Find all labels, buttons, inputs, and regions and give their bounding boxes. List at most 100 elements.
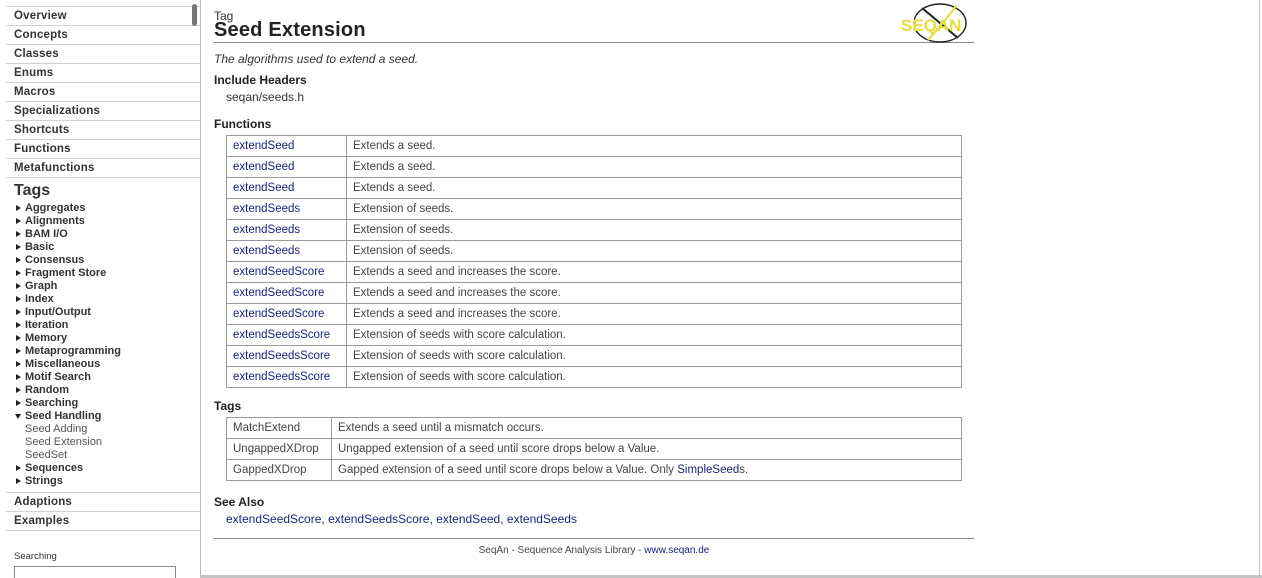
tag-tree-item[interactable]: Searching xyxy=(14,397,198,410)
table-row: extendSeedsScore Extension of seeds with … xyxy=(226,324,962,346)
function-link[interactable]: extendSeeds xyxy=(233,203,300,215)
triangle-right-icon[interactable] xyxy=(16,283,21,289)
tag-tree-item[interactable]: Graph xyxy=(14,280,198,293)
function-name-cell: extendSeedsScore xyxy=(226,366,347,388)
tags-heading: Tags xyxy=(214,399,242,413)
sidebar-item-specializations[interactable]: Specializations xyxy=(6,102,200,121)
include-headers-heading: Include Headers xyxy=(214,73,307,87)
sidebar-item-concepts[interactable]: Concepts xyxy=(6,26,200,45)
table-row: UngappedXDrop Ungapped extension of a see… xyxy=(226,438,962,460)
triangle-right-icon[interactable] xyxy=(16,400,21,406)
sidebar-item-overview[interactable]: Overview xyxy=(6,7,200,26)
function-link[interactable]: extendSeedsScore xyxy=(233,329,330,341)
function-link[interactable]: extendSeedScore xyxy=(233,287,324,299)
see-also-link[interactable]: extendSeedScore xyxy=(226,512,321,526)
function-name-cell: extendSeeds xyxy=(226,240,347,262)
sidebar-item-metafunctions[interactable]: Metafunctions xyxy=(6,159,200,178)
function-link[interactable]: extendSeedScore xyxy=(233,308,324,320)
function-link[interactable]: extendSeedsScore xyxy=(233,371,330,383)
tag-tree-item[interactable]: Random xyxy=(14,384,198,397)
triangle-right-icon[interactable] xyxy=(16,309,21,315)
tag-desc-link[interactable]: SimpleSeed xyxy=(677,464,739,476)
tag-tree-label: Seed Handling xyxy=(25,410,102,422)
see-also-heading: See Also xyxy=(214,495,265,509)
table-row: extendSeedScore Extends a seed and increa… xyxy=(226,261,962,283)
triangle-right-icon[interactable] xyxy=(16,335,21,341)
tag-tree-item[interactable]: BAM I/O xyxy=(14,228,198,241)
sidebar-item-classes[interactable]: Classes xyxy=(6,45,200,64)
triangle-right-icon[interactable] xyxy=(16,348,21,354)
triangle-right-icon[interactable] xyxy=(16,478,21,484)
tag-tree-item[interactable]: Memory xyxy=(14,332,198,345)
tag-tree-item[interactable]: Miscellaneous xyxy=(14,358,198,371)
include-header-file: seqan/seeds.h xyxy=(226,90,305,104)
function-desc-cell: Extension of seeds with score calculatio… xyxy=(346,324,962,346)
table-row: MatchExtend Extends a seed until a mismat… xyxy=(226,417,962,439)
sidebar-item-enums[interactable]: Enums xyxy=(6,64,200,83)
triangle-right-icon[interactable] xyxy=(16,465,21,471)
tag-tree-item[interactable]: Sequences xyxy=(14,462,198,475)
function-link[interactable]: extendSeed xyxy=(233,182,294,194)
triangle-right-icon[interactable] xyxy=(16,361,21,367)
tag-tree-item[interactable]: Seed Handling xyxy=(14,410,198,423)
window-right-edge xyxy=(1259,0,1260,578)
sidebar-item-macros[interactable]: Macros xyxy=(6,83,200,102)
triangle-right-icon[interactable] xyxy=(16,244,21,250)
tag-tree-item[interactable]: Input/Output xyxy=(14,306,198,319)
triangle-right-icon[interactable] xyxy=(16,218,21,224)
triangle-right-icon[interactable] xyxy=(16,387,21,393)
tag-tree-item[interactable]: Index xyxy=(14,293,198,306)
triangle-down-icon[interactable] xyxy=(15,414,21,419)
sidebar-item-adaptions[interactable]: Adaptions xyxy=(6,493,200,512)
triangle-right-icon[interactable] xyxy=(16,296,21,302)
function-link[interactable]: extendSeed xyxy=(233,140,294,152)
see-also-link[interactable]: extendSeeds xyxy=(507,512,577,526)
tag-tree-label: Aggregates xyxy=(25,202,86,214)
tag-tree-item[interactable]: Strings xyxy=(14,475,198,488)
sidebar-item-examples[interactable]: Examples xyxy=(6,512,200,531)
footer-link[interactable]: www.seqan.de xyxy=(644,545,709,556)
function-desc-cell: Extends a seed and increases the score. xyxy=(346,261,962,283)
tag-tree-label: Graph xyxy=(25,280,58,292)
triangle-right-icon[interactable] xyxy=(16,270,21,276)
tag-desc-text: s. xyxy=(739,464,749,476)
sidebar: HomeOverviewConceptsClassesEnumsMacrosSp… xyxy=(0,0,201,578)
triangle-right-icon[interactable] xyxy=(16,322,21,328)
tag-tree-item[interactable]: Consensus xyxy=(14,254,198,267)
tag-tree-subitem[interactable]: Seed Extension xyxy=(14,436,198,449)
function-desc-cell: Extends a seed. xyxy=(346,177,962,199)
tag-desc-text: Gapped extension of a seed until score d… xyxy=(338,464,678,476)
function-link[interactable]: extendSeed xyxy=(233,161,294,173)
tag-tree-item[interactable]: Alignments xyxy=(14,215,198,228)
tag-tree-item[interactable]: Fragment Store xyxy=(14,267,198,280)
function-desc-cell: Extension of seeds with score calculatio… xyxy=(346,366,962,388)
sidebar-item-functions[interactable]: Functions xyxy=(6,140,200,159)
function-name-cell: extendSeed xyxy=(226,177,347,199)
function-name-cell: extendSeed xyxy=(226,156,347,178)
triangle-right-icon[interactable] xyxy=(16,205,21,211)
function-link[interactable]: extendSeeds xyxy=(233,224,300,236)
tag-tree-item[interactable]: Metaprogramming xyxy=(14,345,198,358)
tag-tree-subitem[interactable]: SeedSet xyxy=(14,449,198,462)
sidebar-item-home[interactable]: Home xyxy=(6,0,200,7)
see-also-link[interactable]: extendSeedsScore xyxy=(328,512,429,526)
see-also-link[interactable]: extendSeed xyxy=(436,512,500,526)
tag-tree-label: Memory xyxy=(25,332,68,344)
tag-tree-label: BAM I/O xyxy=(25,228,68,240)
function-link[interactable]: extendSeeds xyxy=(233,245,300,257)
tag-tree-subitem[interactable]: Seed Adding xyxy=(14,423,198,436)
seqan-logo[interactable]: SEQAN xyxy=(900,0,974,46)
tag-tree-item[interactable]: Motif Search xyxy=(14,371,198,384)
triangle-right-icon[interactable] xyxy=(16,374,21,380)
tag-tree-item[interactable]: Basic xyxy=(14,241,198,254)
function-link[interactable]: extendSeedsScore xyxy=(233,350,330,362)
search-input[interactable] xyxy=(14,566,176,578)
sidebar-item-shortcuts[interactable]: Shortcuts xyxy=(6,121,200,140)
tag-tree-item[interactable]: Iteration xyxy=(14,319,198,332)
sidebar-scrollbar[interactable] xyxy=(192,4,197,26)
tag-tree-label: Motif Search xyxy=(25,371,92,383)
tag-tree-item[interactable]: Aggregates xyxy=(14,202,198,215)
triangle-right-icon[interactable] xyxy=(16,257,21,263)
triangle-right-icon[interactable] xyxy=(16,231,21,237)
function-link[interactable]: extendSeedScore xyxy=(233,266,324,278)
